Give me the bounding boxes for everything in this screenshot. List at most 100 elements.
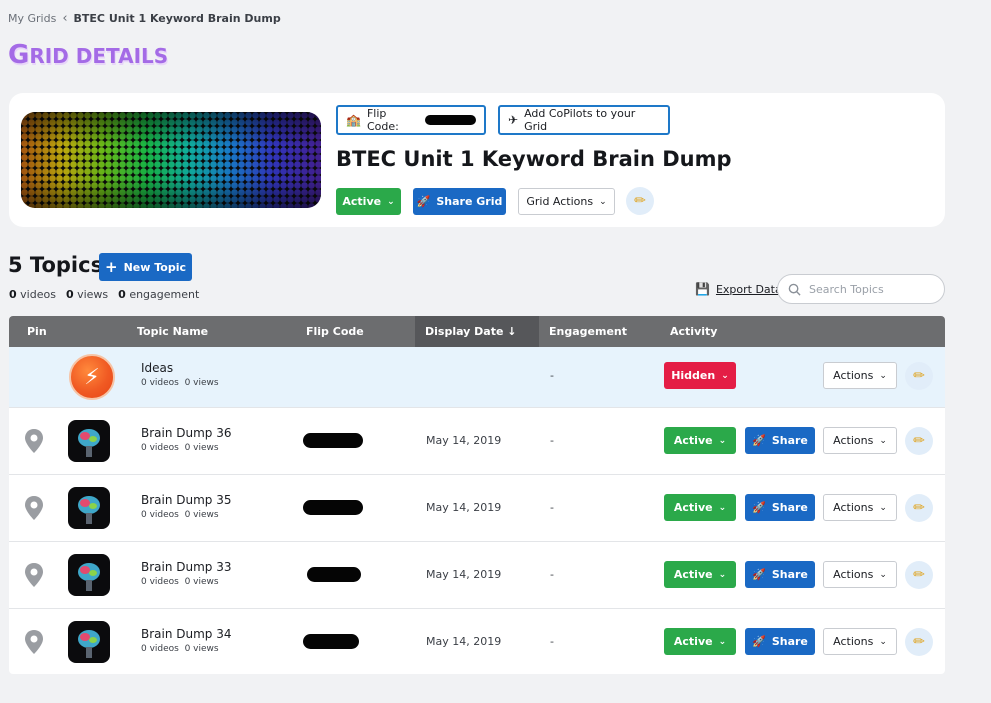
edit-topic-button[interactable]: ✏ <box>905 561 933 589</box>
breadcrumb-current: BTEC Unit 1 Keyword Brain Dump <box>73 12 281 25</box>
share-topic-button[interactable]: 🚀 Share <box>745 427 815 454</box>
topic-name[interactable]: Brain Dump 35 <box>141 493 232 507</box>
display-date: May 14, 2019 <box>426 635 502 648</box>
share-topic-button[interactable]: 🚀 Share <box>745 561 815 588</box>
pencil-icon: ✏ <box>913 567 925 583</box>
topic-actions-label: Actions <box>833 369 874 382</box>
flip-code-redacted <box>303 634 359 649</box>
rocket-icon: 🚀 <box>752 568 766 581</box>
search-icon <box>788 283 801 296</box>
table-row[interactable]: Brain Dump 36 0 videos 0 views May 14, 2… <box>9 407 945 474</box>
export-data-link[interactable]: 💾 Export Data <box>695 282 782 296</box>
map-pin-icon[interactable] <box>23 562 45 588</box>
topic-actions-dropdown[interactable]: Actions ⌄ <box>823 628 897 655</box>
topic-status-dropdown[interactable]: Hidden ⌄ <box>664 362 736 389</box>
topic-info: Brain Dump 34 0 videos 0 views <box>141 627 232 654</box>
flip-code-redacted <box>303 500 363 515</box>
chevron-down-icon: ⌄ <box>718 502 727 513</box>
table-header: Pin Topic Name Flip Code Display Date ↓ … <box>9 316 945 347</box>
share-grid-button[interactable]: 🚀 Share Grid <box>413 188 506 215</box>
chevron-down-icon: ⌄ <box>879 636 887 647</box>
grid-status-dropdown[interactable]: Active ⌄ <box>336 188 401 215</box>
engagement-value: - <box>550 501 554 514</box>
topic-name[interactable]: Brain Dump 36 <box>141 426 232 440</box>
column-header-pin[interactable]: Pin <box>27 316 47 347</box>
edit-topic-button[interactable]: ✏ <box>905 362 933 390</box>
topic-status-dropdown[interactable]: Active ⌄ <box>664 628 736 655</box>
search-topics-input[interactable] <box>809 282 929 296</box>
chevron-down-icon: ⌄ <box>879 370 887 381</box>
plus-icon: + <box>104 258 118 276</box>
engagement-value: - <box>550 434 554 447</box>
chevron-down-icon: ⌄ <box>718 636 727 647</box>
table-row[interactable]: Brain Dump 34 0 videos 0 views May 14, 2… <box>9 608 945 674</box>
topic-status-dropdown[interactable]: Active ⌄ <box>664 561 736 588</box>
topic-name[interactable]: Brain Dump 33 <box>141 560 232 574</box>
column-header-engagement[interactable]: Engagement <box>549 316 627 347</box>
flip-code-button[interactable]: 🏫 Flip Code: <box>336 105 486 135</box>
engagement-value: - <box>550 635 554 648</box>
topic-name[interactable]: Brain Dump 34 <box>141 627 232 641</box>
topic-actions-dropdown[interactable]: Actions ⌄ <box>823 362 897 389</box>
topic-thumbnail[interactable] <box>68 487 110 529</box>
edit-topic-button[interactable]: ✏ <box>905 427 933 455</box>
page-title-initial: G <box>8 40 30 70</box>
topic-actions-dropdown[interactable]: Actions ⌄ <box>823 561 897 588</box>
page-title: GRID DETAILS <box>8 40 168 70</box>
column-header-topic-name[interactable]: Topic Name <box>137 316 208 347</box>
topic-status-dropdown[interactable]: Active ⌄ <box>664 494 736 521</box>
export-data-label: Export Data <box>715 282 782 296</box>
edit-grid-button[interactable]: ✏ <box>626 187 654 215</box>
share-label: Share <box>771 501 808 514</box>
column-header-activity[interactable]: Activity <box>670 316 717 347</box>
table-row[interactable]: Brain Dump 33 0 videos 0 views May 14, 2… <box>9 541 945 608</box>
airplane-icon: ✈ <box>508 113 519 127</box>
topic-info: Brain Dump 33 0 videos 0 views <box>141 560 232 587</box>
new-topic-label: New Topic <box>123 260 186 274</box>
rocket-icon: 🚀 <box>416 195 431 208</box>
chevron-down-icon: ⌄ <box>387 196 395 207</box>
lightning-icon: ⚡ <box>69 354 115 400</box>
column-header-flip-code[interactable]: Flip Code <box>306 316 364 347</box>
grid-stats: 0 videos 0 views 0 engagement <box>9 288 199 301</box>
topic-counts: 0 videos 0 views <box>141 378 219 388</box>
edit-topic-button[interactable]: ✏ <box>905 628 933 656</box>
grid-actions-dropdown[interactable]: Grid Actions ⌄ <box>518 188 615 215</box>
rocket-icon: 🚀 <box>752 501 766 514</box>
breadcrumb-my-grids-link[interactable]: My Grids <box>8 12 56 25</box>
flip-code-redacted <box>303 433 363 448</box>
topic-thumbnail[interactable] <box>68 554 110 596</box>
new-topic-button[interactable]: + New Topic <box>99 253 192 281</box>
topic-info: Brain Dump 35 0 videos 0 views <box>141 493 232 520</box>
breadcrumb: My Grids ‹ BTEC Unit 1 Keyword Brain Dum… <box>8 12 281 25</box>
topic-actions-dropdown[interactable]: Actions ⌄ <box>823 494 897 521</box>
share-label: Share <box>771 434 808 447</box>
table-row[interactable]: ⚡ Ideas 0 videos 0 views - Hidden ⌄ Acti… <box>9 347 945 407</box>
table-row[interactable]: Brain Dump 35 0 videos 0 views May 14, 2… <box>9 474 945 541</box>
add-copilots-button[interactable]: ✈ Add CoPilots to your Grid <box>498 105 670 135</box>
display-date: May 14, 2019 <box>426 568 502 581</box>
share-topic-button[interactable]: 🚀 Share <box>745 494 815 521</box>
share-topic-button[interactable]: 🚀 Share <box>745 628 815 655</box>
topic-actions-dropdown[interactable]: Actions ⌄ <box>823 427 897 454</box>
share-label: Share <box>771 635 808 648</box>
map-pin-icon[interactable] <box>23 428 45 454</box>
topic-info: Ideas 0 videos 0 views <box>141 361 219 388</box>
display-date: May 14, 2019 <box>426 434 502 447</box>
grid-status-label: Active <box>342 195 382 208</box>
map-pin-icon[interactable] <box>23 629 45 655</box>
topics-count-heading: 5 Topics <box>8 253 104 277</box>
pencil-icon: ✏ <box>634 193 646 209</box>
edit-topic-button[interactable]: ✏ <box>905 494 933 522</box>
chevron-down-icon: ⌄ <box>879 502 887 513</box>
column-header-display-date[interactable]: Display Date ↓ <box>415 316 539 347</box>
topic-info: Brain Dump 36 0 videos 0 views <box>141 426 232 453</box>
topic-name[interactable]: Ideas <box>141 361 219 375</box>
search-topics <box>777 274 945 304</box>
topic-thumbnail[interactable] <box>68 420 110 462</box>
rocket-icon: 🚀 <box>752 434 766 447</box>
grid-cover-image[interactable] <box>21 112 321 208</box>
topic-thumbnail[interactable] <box>68 621 110 663</box>
map-pin-icon[interactable] <box>23 495 45 521</box>
topic-status-dropdown[interactable]: Active ⌄ <box>664 427 736 454</box>
